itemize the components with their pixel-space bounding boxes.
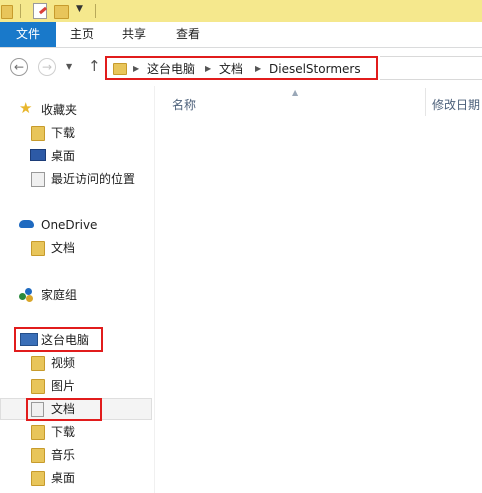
tab-share[interactable]: 共享 <box>118 22 150 47</box>
nav-label: 图片 <box>51 379 76 393</box>
recent-locations-chevron-icon[interactable]: ▼ <box>66 62 72 71</box>
title-bar: ▼ <box>0 0 482 22</box>
folder-icon <box>113 63 127 75</box>
folder-icon <box>31 241 45 256</box>
nav-item-downloads[interactable]: 下载 <box>0 122 154 144</box>
new-folder-icon[interactable] <box>54 5 69 19</box>
quick-access-dropdown-icon[interactable]: ▼ <box>76 4 83 14</box>
nav-label: 最近访问的位置 <box>51 172 136 186</box>
nav-label: 文档 <box>51 402 76 416</box>
nav-item-thispc-downloads[interactable]: 下载 <box>0 421 154 443</box>
nav-label: 这台电脑 <box>41 333 90 347</box>
nav-favorites[interactable]: ★ 收藏夹 <box>0 99 154 121</box>
tab-file[interactable]: 文件 <box>0 22 56 47</box>
computer-icon <box>20 333 38 346</box>
nav-label: 下载 <box>51 126 76 140</box>
nav-homegroup[interactable]: 家庭组 <box>0 284 154 306</box>
downloads-folder-icon <box>31 126 45 141</box>
column-header-name[interactable]: 名称 <box>172 96 196 113</box>
music-folder-icon <box>31 448 45 463</box>
star-icon: ★ <box>19 99 33 117</box>
up-arrow-button[interactable]: ↑ <box>88 58 101 74</box>
nav-item-onedrive-documents[interactable]: 文档 <box>0 237 154 259</box>
pane-divider[interactable] <box>154 86 155 493</box>
forward-button[interactable]: → <box>38 58 56 76</box>
breadcrumb-this-pc[interactable]: 这台电脑 <box>147 61 195 77</box>
column-header-date-modified[interactable]: 修改日期 <box>432 96 480 113</box>
sort-ascending-icon: ▲ <box>292 88 299 97</box>
nav-item-desktop[interactable]: 桌面 <box>0 145 154 167</box>
nav-item-music[interactable]: 音乐 <box>0 444 154 466</box>
back-button[interactable]: ← <box>10 58 28 76</box>
nav-label: OneDrive <box>41 218 98 232</box>
nav-item-pictures[interactable]: 图片 <box>0 375 154 397</box>
properties-icon[interactable] <box>33 3 48 19</box>
nav-label: 视频 <box>51 356 76 370</box>
separator <box>95 4 96 18</box>
nav-this-pc[interactable]: 这台电脑 <box>0 329 154 351</box>
chevron-right-icon[interactable]: ▶ <box>205 61 211 77</box>
nav-item-thispc-desktop[interactable]: 桌面 <box>0 467 154 489</box>
downloads-folder-icon <box>31 425 45 440</box>
nav-label: 下载 <box>51 425 76 439</box>
pictures-folder-icon <box>31 379 45 394</box>
nav-label: 桌面 <box>51 149 76 163</box>
nav-item-documents[interactable]: 文档 <box>0 398 154 420</box>
column-divider[interactable] <box>425 88 426 116</box>
nav-onedrive[interactable]: OneDrive <box>0 214 154 236</box>
separator <box>20 4 21 18</box>
address-bar-extension[interactable] <box>380 56 482 80</box>
tab-home[interactable]: 主页 <box>66 22 98 47</box>
nav-label: 收藏夹 <box>41 103 78 117</box>
chevron-right-icon[interactable]: ▶ <box>255 61 261 77</box>
desktop-icon <box>30 149 46 161</box>
nav-label: 家庭组 <box>41 288 78 302</box>
recent-places-icon <box>31 172 45 187</box>
address-bar[interactable]: ▶ 这台电脑 ▶ 文档 ▶ DieselStormers <box>105 56 378 80</box>
ribbon: 文件 主页 共享 查看 <box>0 22 482 48</box>
documents-folder-icon <box>31 402 44 417</box>
nav-item-recent-places[interactable]: 最近访问的位置 <box>0 168 154 190</box>
nav-label: 文档 <box>51 241 76 255</box>
cloud-icon <box>19 220 34 228</box>
breadcrumb-documents[interactable]: 文档 <box>219 61 243 77</box>
tab-view[interactable]: 查看 <box>172 22 204 47</box>
breadcrumb-dieselstormers[interactable]: DieselStormers <box>269 61 361 77</box>
folder-icon <box>1 5 13 19</box>
nav-label: 音乐 <box>51 448 76 462</box>
videos-folder-icon <box>31 356 45 371</box>
homegroup-icon <box>19 288 34 303</box>
chevron-right-icon[interactable]: ▶ <box>133 61 139 77</box>
nav-label: 桌面 <box>51 471 76 485</box>
desktop-folder-icon <box>31 471 45 486</box>
nav-item-videos[interactable]: 视频 <box>0 352 154 374</box>
